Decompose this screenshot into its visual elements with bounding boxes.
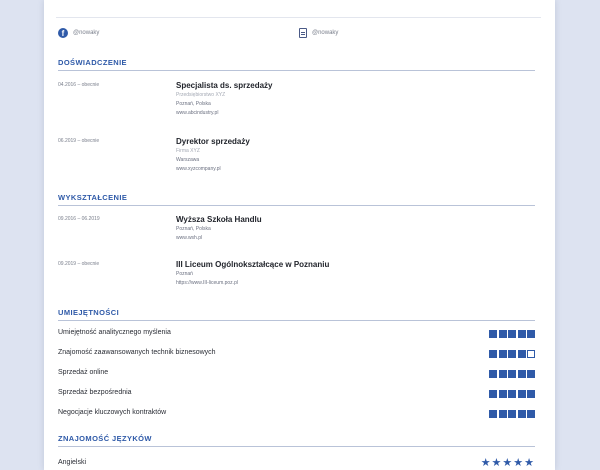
skype-handle: @nowaky [312,30,339,36]
skill-dot-filled [489,350,497,358]
skill-dot-filled [508,330,516,338]
entry-date: 04.2016 – obecnie [58,82,100,88]
skill-dot-filled [508,350,516,358]
skill-name: Sprzedaż bezpośrednia [58,389,132,396]
skill-dot-empty [527,350,535,358]
skill-dot-filled [517,410,526,418]
skill-dot-filled [527,330,535,338]
entry-company: Firma XYZ [176,148,200,154]
skill-row: Umiejętność analitycznego myślenia [58,329,535,341]
entry-url[interactable]: www.wsh.pl [176,234,262,243]
language-row: Angielski ★★★★★ [58,456,535,470]
entry-location: Poznań [176,271,193,277]
entry-url[interactable]: https://www.III-liceum.poz.pl [176,279,329,288]
divider [56,17,541,18]
section-title-education: WYKSZTAŁCENIE [58,193,128,202]
skill-dot-filled [498,330,507,338]
skill-dot-filled [527,410,535,418]
entry-location: Poznań, Polska [176,226,211,232]
skill-dot-filled [489,330,497,338]
entry-location: Poznań, Polska [176,101,211,107]
language-name: Angielski [58,459,87,466]
skill-level-indicator [489,390,535,398]
entry-date: 09.2016 – 06.2019 [58,216,100,222]
skill-dot-filled [508,370,516,378]
entry-url[interactable]: www.xyzcompany.pl [176,165,250,174]
skill-row: Negocjacje kluczowych kontraktów [58,409,535,421]
entry-location: Warszawa [176,157,200,163]
skill-level-indicator [489,410,535,418]
skill-level-indicator [489,330,535,338]
skill-dot-filled [508,390,516,398]
skill-dot-filled [498,390,507,398]
skill-row: Sprzedaż bezpośrednia [58,389,535,401]
skill-dot-filled [517,350,526,358]
skype-link[interactable]: @nowaky [299,28,338,38]
skill-dot-filled [489,390,497,398]
facebook-handle: @nowaky [73,30,100,36]
skill-dot-filled [489,370,497,378]
entry-title: Wyższa Szkoła Handlu [176,215,262,224]
skill-name: Znajomość zaawansowanych technik bizneso… [58,349,216,356]
entry-url[interactable]: www.abcindustry.pl [176,109,273,118]
entry-date: 06.2019 – obecnie [58,138,100,144]
entry-title: Specjalista ds. sprzedaży [176,81,273,90]
skill-level-indicator [489,370,535,378]
skill-row: Sprzedaż online [58,369,535,381]
skill-dot-filled [517,390,526,398]
section-divider [58,70,535,71]
facebook-icon: f [58,28,68,38]
skill-dot-filled [527,390,535,398]
skill-name: Umiejętność analitycznego myślenia [58,329,171,336]
skill-row: Znajomość zaawansowanych technik bizneso… [58,349,535,361]
section-title-experience: DOŚWIADCZENIE [58,58,127,67]
star-rating-icon: ★★★★★ [480,456,535,469]
skill-name: Sprzedaż online [58,369,109,376]
section-divider [58,320,535,321]
skill-level-indicator [489,350,535,358]
skill-dot-filled [489,410,497,418]
skill-dot-filled [498,410,507,418]
skill-name: Negocjacje kluczowych kontraktów [58,409,167,416]
skill-dot-filled [498,350,507,358]
document-icon [299,28,307,38]
skill-dot-filled [498,370,507,378]
section-title-languages: ZNAJOMOŚĆ JĘZYKÓW [58,434,152,443]
skill-dot-filled [527,370,535,378]
entry-date: 09.2019 – obecnie [58,261,100,267]
section-divider [58,446,535,447]
section-title-skills: UMIEJĘTNOŚCI [58,308,120,317]
entry-title: Dyrektor sprzedaży [176,137,250,146]
skill-dot-filled [517,330,526,338]
entry-title: III Liceum Ogólnokształcące w Poznaniu [176,260,330,269]
cv-page: f @nowaky @nowaky DOŚWIADCZENIE 04.2016 … [44,0,555,470]
facebook-link[interactable]: f @nowaky [58,28,99,38]
skill-dot-filled [508,410,516,418]
skill-dot-filled [517,370,526,378]
section-divider [58,205,535,206]
entry-company: Przedsiębiorstwo XYZ [176,92,226,98]
